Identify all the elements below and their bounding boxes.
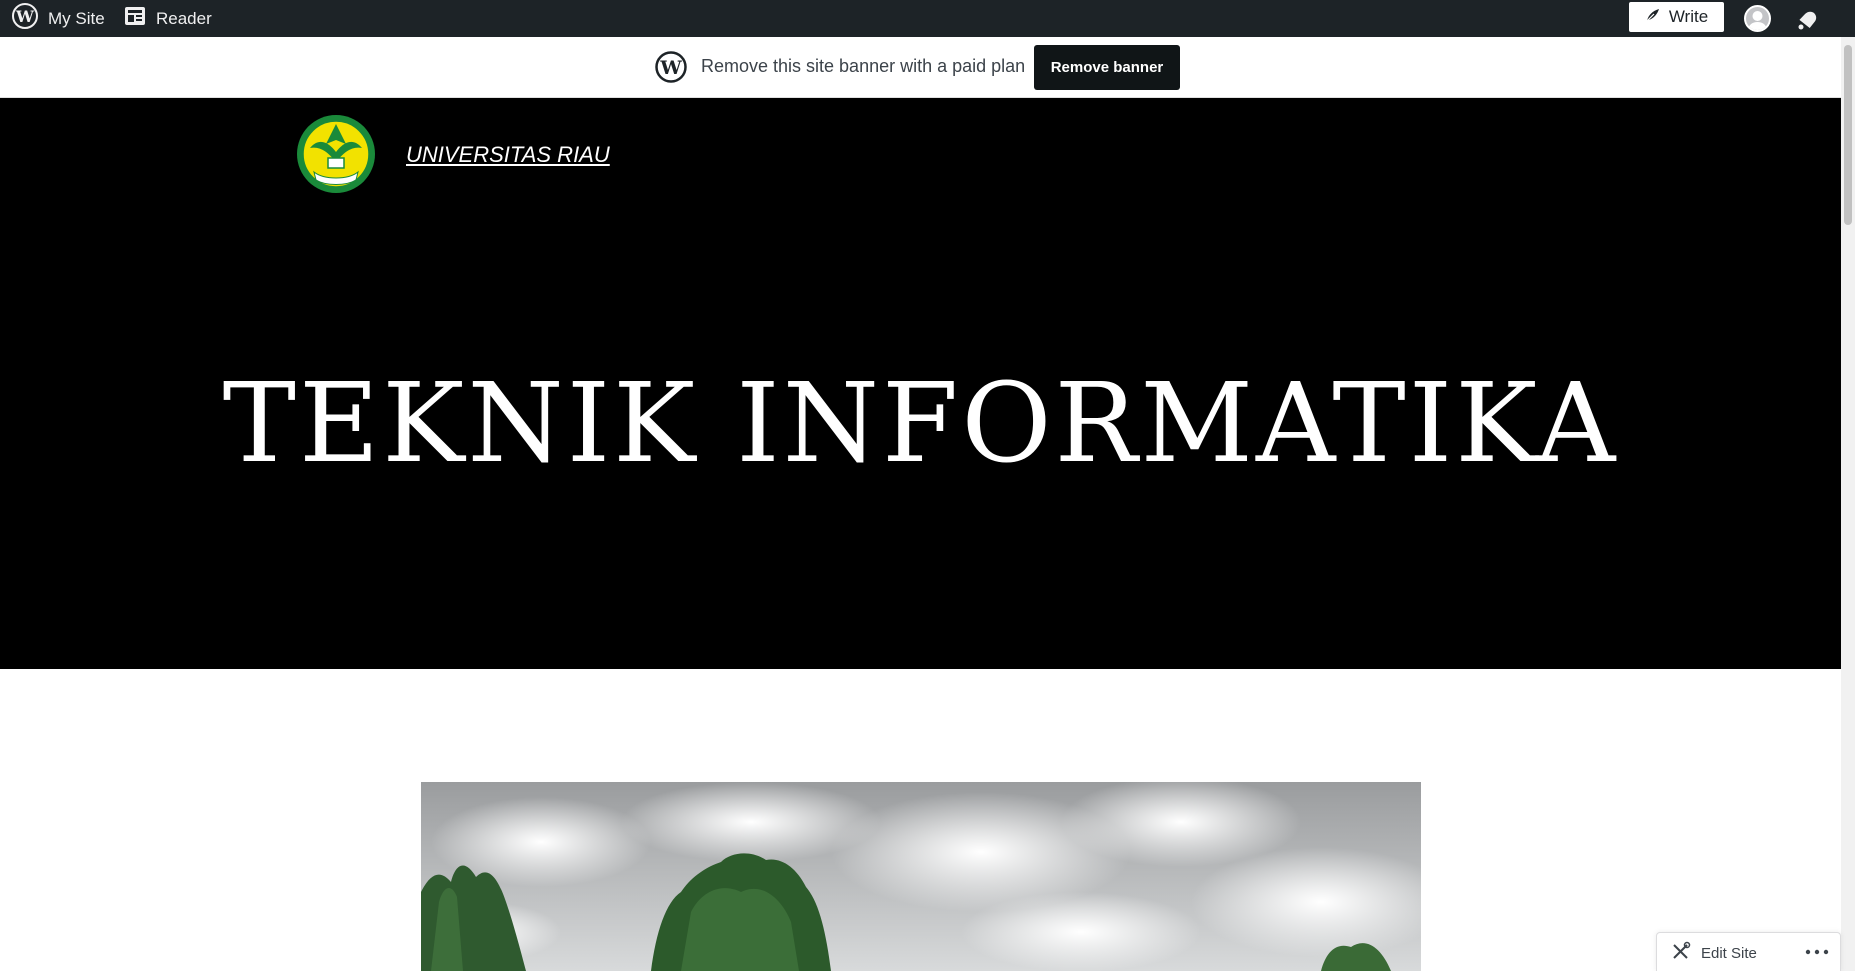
featured-image: [421, 782, 1421, 971]
site-banner: W Remove this site banner with a paid pl…: [0, 37, 1841, 98]
scrollbar[interactable]: [1841, 37, 1855, 971]
admin-bar: W My Site Reader Write: [0, 0, 1855, 37]
scroll-thumb[interactable]: [1844, 45, 1852, 225]
write-label: Write: [1668, 7, 1709, 26]
write-button[interactable]: Write: [1629, 2, 1724, 32]
remove-banner-button[interactable]: Remove banner: [1034, 45, 1180, 90]
site-header: UNIVERSITAS RIAU TEKNIK INFORMATIKA: [0, 98, 1841, 669]
site-logo[interactable]: [296, 114, 376, 194]
site-name[interactable]: UNIVERSITAS RIAU: [406, 142, 610, 168]
pen-icon: [1645, 7, 1661, 28]
wordpress-icon: W: [655, 51, 687, 83]
edit-site-panel: Edit Site: [1656, 932, 1841, 971]
svg-text:W: W: [659, 57, 682, 79]
edit-site-button[interactable]: Edit Site: [1671, 941, 1757, 965]
page-title: TEKNIK INFORMATIKA: [222, 359, 1619, 487]
reader-icon: [124, 6, 146, 31]
reader-label: Reader: [156, 8, 212, 28]
reader-link[interactable]: Reader: [124, 0, 212, 37]
bell-icon[interactable]: [1795, 6, 1821, 32]
wordpress-icon: W: [12, 3, 38, 34]
tools-icon: [1671, 941, 1691, 965]
svg-text:W: W: [15, 7, 35, 26]
banner-text: Remove this site banner with a paid plan: [701, 56, 1026, 76]
avatar[interactable]: [1744, 5, 1771, 32]
my-site-label: My Site: [48, 8, 105, 28]
edit-site-label: Edit Site: [1701, 944, 1757, 962]
more-options-icon[interactable]: [1803, 941, 1831, 963]
my-site-link[interactable]: W My Site: [12, 0, 105, 37]
